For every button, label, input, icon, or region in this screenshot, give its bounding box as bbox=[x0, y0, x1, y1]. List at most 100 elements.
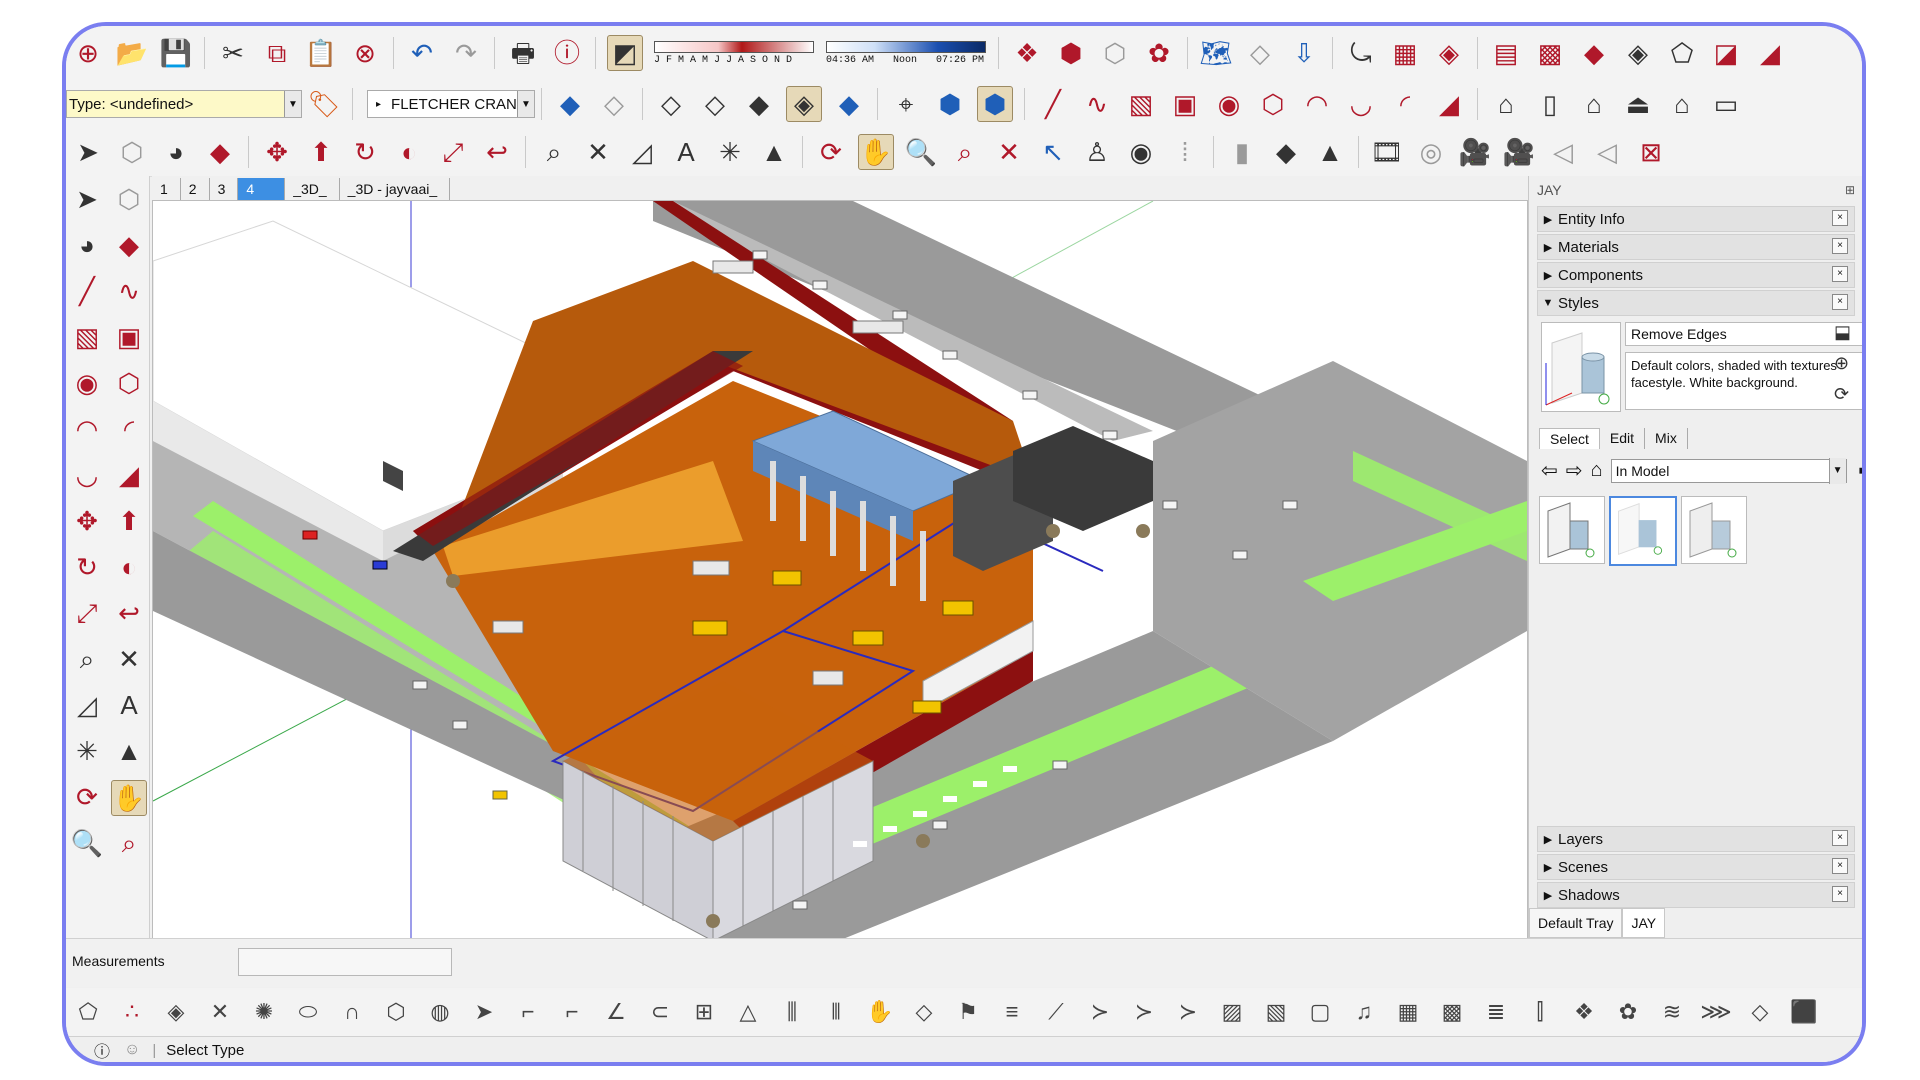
follow-me-icon[interactable]: ◐ bbox=[392, 135, 426, 169]
classifier-icon[interactable]: 🏷 bbox=[307, 87, 341, 121]
roof-icon[interactable]: ⏏ bbox=[1621, 87, 1655, 121]
move-icon[interactable]: ✥ bbox=[260, 135, 294, 169]
split-tool-icon[interactable]: ✕ bbox=[205, 995, 235, 1029]
camera-rig-2-icon[interactable]: 🎥 bbox=[1502, 135, 1536, 169]
home-icon[interactable]: ⌂ bbox=[1591, 459, 1603, 482]
warehouse-house-icon[interactable]: ⌂ bbox=[1489, 87, 1523, 121]
monochrome-icon[interactable]: ◆ bbox=[832, 87, 866, 121]
polygon-icon[interactable]: ⬡ bbox=[112, 366, 146, 400]
hand-shape-icon[interactable]: ✋ bbox=[865, 995, 895, 1029]
knot-icon[interactable]: ❖ bbox=[1569, 995, 1599, 1029]
select-tool-icon[interactable]: ➤ bbox=[70, 182, 104, 216]
sphere-icon[interactable]: ◍ bbox=[425, 995, 455, 1029]
details-arrow-icon[interactable]: ➧ bbox=[1855, 458, 1862, 483]
building-icon[interactable]: ▭ bbox=[1709, 87, 1743, 121]
move-icon[interactable]: ✥ bbox=[70, 504, 104, 538]
offset-icon[interactable]: ↩ bbox=[112, 596, 146, 630]
rotated-rectangle-icon[interactable]: ▣ bbox=[1168, 87, 1202, 121]
walk-icon[interactable]: ⁞ bbox=[1168, 135, 1202, 169]
paste-icon[interactable]: 📋 bbox=[304, 36, 338, 70]
look-around-icon[interactable]: ◉ bbox=[1124, 135, 1158, 169]
sandbox-from-scratch-icon[interactable]: ▦ bbox=[1388, 36, 1422, 70]
push-pull-icon[interactable]: ⬆ bbox=[112, 504, 146, 538]
panel-styles[interactable]: ▼ Styles × bbox=[1537, 290, 1855, 316]
chevron-down-icon[interactable]: ▼ bbox=[284, 91, 301, 117]
paint-bucket-icon[interactable]: ◕ bbox=[159, 135, 193, 169]
panel-components[interactable]: ▶ Components × bbox=[1537, 262, 1855, 288]
collection-select[interactable]: In Model ▼ bbox=[1610, 457, 1847, 484]
hexagon-icon[interactable]: ⬡ bbox=[381, 995, 411, 1029]
sandbox-from-contours-icon[interactable]: ⤿ bbox=[1344, 36, 1378, 70]
shaded-icon[interactable]: ◆ bbox=[742, 87, 776, 121]
close-icon[interactable]: × bbox=[1832, 238, 1848, 254]
toggle-terrain-icon[interactable]: ◇ bbox=[1243, 36, 1277, 70]
pillow-icon[interactable]: ▢ bbox=[1305, 995, 1335, 1029]
section-cut-icon[interactable]: ◢ bbox=[1753, 36, 1787, 70]
rotate-icon[interactable]: ↻ bbox=[348, 135, 382, 169]
add-detail-icon[interactable]: ◆ bbox=[1577, 36, 1611, 70]
grid-icon[interactable]: ▦ bbox=[1393, 995, 1423, 1029]
path-2-icon[interactable]: ≻ bbox=[1129, 995, 1159, 1029]
path-3-icon[interactable]: ≻ bbox=[1173, 995, 1203, 1029]
scene-tab-3[interactable]: 3 bbox=[208, 178, 238, 200]
layer-combo[interactable]: ▸ FLETCHER CRAN ▼ bbox=[367, 90, 535, 118]
loop-shape-icon[interactable]: ⬭ bbox=[293, 995, 323, 1029]
text-tool-icon[interactable]: A bbox=[669, 135, 703, 169]
cut-icon[interactable]: ✂ bbox=[216, 36, 250, 70]
scene-tab-3d-jayvaai[interactable]: _3D - jayvaai_ bbox=[338, 178, 451, 200]
tab-mix[interactable]: Mix bbox=[1645, 428, 1688, 449]
arc-icon[interactable]: ◠ bbox=[70, 412, 104, 446]
rotated-rectangle-icon[interactable]: ▣ bbox=[112, 320, 146, 354]
scene-tab-2[interactable]: 2 bbox=[179, 178, 209, 200]
zoom-window-icon[interactable]: ⌕ bbox=[948, 135, 982, 169]
style-swatch[interactable] bbox=[1681, 496, 1747, 564]
pipe-icon[interactable]: ∩ bbox=[337, 995, 367, 1029]
chevron-down-icon[interactable]: ▼ bbox=[517, 91, 534, 117]
pan-icon[interactable]: ✋ bbox=[111, 780, 147, 816]
polygon-shape-icon[interactable]: ⬠ bbox=[73, 995, 103, 1029]
extension-warehouse-icon[interactable]: ✿ bbox=[1142, 36, 1176, 70]
tab-edit[interactable]: Edit bbox=[1600, 428, 1646, 449]
stamp-icon[interactable]: ▤ bbox=[1489, 36, 1523, 70]
frustum-icon[interactable]: ◁ bbox=[1546, 135, 1580, 169]
dial-icon[interactable]: ◎ bbox=[1414, 135, 1448, 169]
freehand-icon[interactable]: ∿ bbox=[112, 274, 146, 308]
dimension-icon[interactable]: ✕ bbox=[581, 135, 615, 169]
close-icon[interactable]: × bbox=[1832, 294, 1848, 310]
protractor-icon[interactable]: ◿ bbox=[70, 688, 104, 722]
curve-points-icon[interactable]: ∴ bbox=[117, 995, 147, 1029]
door-icon[interactable]: ▯ bbox=[1533, 87, 1567, 121]
panel-scenes[interactable]: ▶ Scenes × bbox=[1537, 854, 1855, 880]
wave-icon[interactable]: ≋ bbox=[1657, 995, 1687, 1029]
axes-icon[interactable]: ✳ bbox=[713, 135, 747, 169]
zoom-icon[interactable]: 🔍 bbox=[70, 826, 104, 860]
corner-2-icon[interactable]: ⌐ bbox=[557, 995, 587, 1029]
model-viewport[interactable] bbox=[152, 200, 1528, 940]
undo-icon[interactable]: ↶ bbox=[405, 36, 439, 70]
protractor-icon[interactable]: ◿ bbox=[625, 135, 659, 169]
style-description-field[interactable]: Default colors, shaded with textures fac… bbox=[1625, 352, 1862, 410]
fold-icon[interactable]: ◇ bbox=[909, 995, 939, 1029]
scale-icon[interactable]: ⤢ bbox=[436, 135, 470, 169]
drape-icon[interactable]: ▩ bbox=[1533, 36, 1567, 70]
print-icon[interactable]: 🖶 bbox=[506, 36, 540, 70]
triangle-icon[interactable]: △ bbox=[733, 995, 763, 1029]
share-component-icon[interactable]: ⬡ bbox=[1098, 36, 1132, 70]
model-info-icon[interactable]: ⓘ bbox=[550, 36, 584, 70]
scene-tab-4[interactable]: 4 bbox=[237, 178, 285, 200]
open-icon[interactable]: 📂 bbox=[115, 36, 149, 70]
gable-icon[interactable]: ⌂ bbox=[1665, 87, 1699, 121]
redo-icon[interactable]: ↷ bbox=[449, 36, 483, 70]
pie-icon[interactable]: ◢ bbox=[112, 458, 146, 492]
section-plane-icon[interactable]: ◪ bbox=[1709, 36, 1743, 70]
layers-icon[interactable]: ≡ bbox=[997, 995, 1027, 1029]
gear-shape-icon[interactable]: ✺ bbox=[249, 995, 279, 1029]
scene-tab-3d[interactable]: _3D_ bbox=[284, 178, 338, 200]
close-icon[interactable]: × bbox=[1832, 210, 1848, 226]
tape-measure-icon[interactable]: ⌕ bbox=[70, 642, 104, 676]
fillet-icon[interactable]: ⊂ bbox=[645, 995, 675, 1029]
twist-icon[interactable]: ✿ bbox=[1613, 995, 1643, 1029]
line-tool-icon[interactable]: ╱ bbox=[1036, 87, 1070, 121]
paint-bucket-icon[interactable]: ◕ bbox=[70, 228, 104, 262]
hidden-line-icon[interactable]: ◇ bbox=[698, 87, 732, 121]
